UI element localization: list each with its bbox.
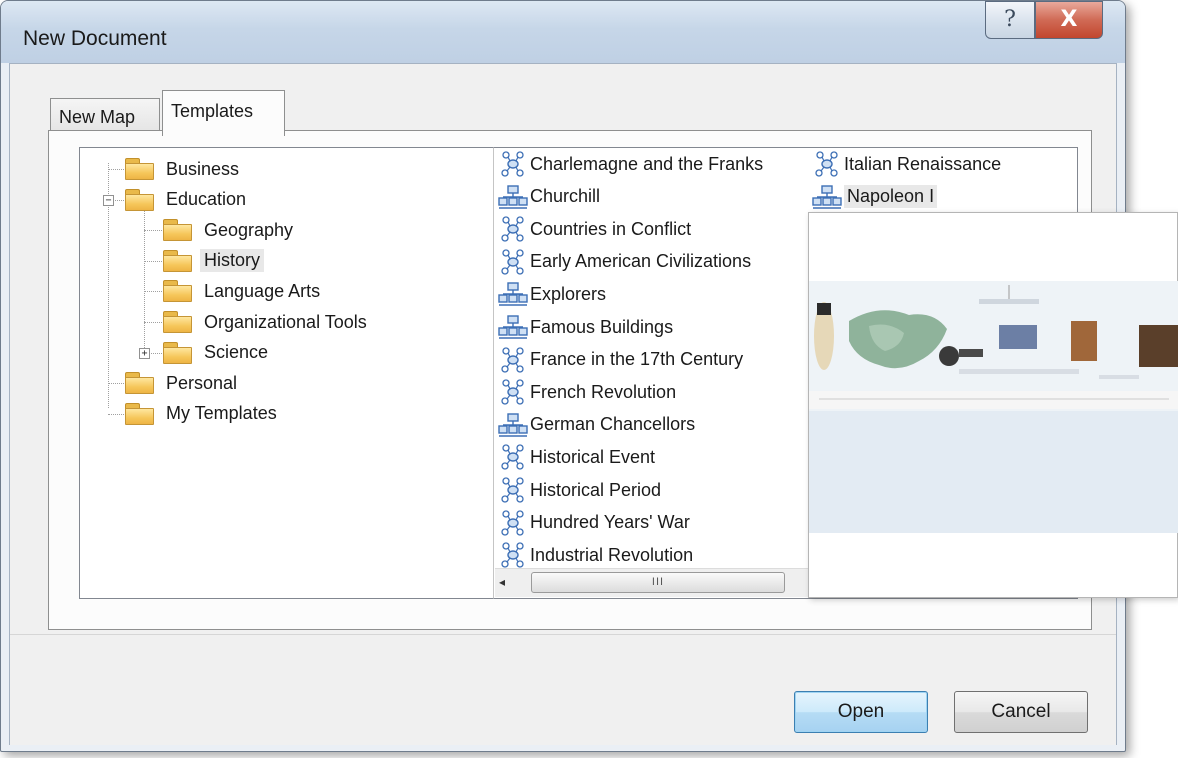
scroll-left-arrow-icon[interactable]: ◂ xyxy=(499,575,505,589)
org-chart-icon xyxy=(498,315,528,339)
template-item-german-chancellors[interactable]: German Chancellors xyxy=(498,409,695,441)
template-item-label: Industrial Revolution xyxy=(530,544,694,565)
template-item-explorers[interactable]: Explorers xyxy=(498,278,606,310)
tree-item-science[interactable]: Science xyxy=(162,338,272,368)
template-item-napoleon-i[interactable]: Napoleon I xyxy=(812,181,938,213)
template-item-label: Napoleon I xyxy=(844,185,938,209)
horizontal-scrollbar[interactable]: ◂ III xyxy=(495,568,820,597)
folder-icon xyxy=(124,188,156,212)
collapse-icon[interactable]: − xyxy=(103,194,114,206)
window-title: New Document xyxy=(23,27,167,50)
template-item-hundred-years-war[interactable]: Hundred Years' War xyxy=(498,507,690,539)
open-button[interactable]: Open xyxy=(794,691,928,733)
folder-icon xyxy=(162,310,194,334)
tree-item-label: My Templates xyxy=(166,403,277,424)
template-item-label: Historical Event xyxy=(530,446,656,467)
template-preview-popup xyxy=(808,212,1178,598)
tree-item-organizational-tools[interactable]: Organizational Tools xyxy=(162,307,371,337)
folder-icon xyxy=(124,402,156,426)
template-item-label: France in the 17th Century xyxy=(530,349,744,370)
template-item-label: Early American Civilizations xyxy=(530,251,752,272)
template-item-historical-event[interactable]: Historical Event xyxy=(498,441,655,473)
tree-item-label: Business xyxy=(166,158,240,179)
tree-item-language-arts[interactable]: Language Arts xyxy=(162,276,324,306)
help-icon: ? xyxy=(1004,7,1016,32)
tree-item-label: History xyxy=(200,249,265,273)
tab-templates[interactable]: Templates xyxy=(162,90,285,136)
tree-item-personal[interactable]: Personal xyxy=(124,368,241,398)
folder-icon xyxy=(162,341,194,365)
template-item-churchill[interactable]: Churchill xyxy=(498,181,600,213)
tree-item-label: Geography xyxy=(204,219,294,240)
template-item-label: Charlemagne and the Franks xyxy=(530,153,764,174)
template-item-french-revolution[interactable]: French Revolution xyxy=(498,376,676,408)
tree-item-education[interactable]: Education xyxy=(124,185,250,215)
folder-icon xyxy=(162,218,194,242)
mind-map-icon xyxy=(501,346,524,373)
org-chart-icon xyxy=(498,184,528,209)
template-item-historical-period[interactable]: Historical Period xyxy=(498,474,661,506)
template-item-industrial-revolution[interactable]: Industrial Revolution xyxy=(498,539,693,571)
category-tree[interactable]: Business − Education Geography History Langua… xyxy=(79,147,493,599)
template-item-italian-renaissance[interactable]: Italian Renaissance xyxy=(812,148,1001,180)
mind-map-icon xyxy=(501,444,524,471)
template-item-label: Churchill xyxy=(530,186,601,207)
mind-map-icon xyxy=(501,249,524,275)
template-item-label: Hundred Years' War xyxy=(530,512,690,533)
close-button[interactable]: X xyxy=(1035,1,1103,39)
mind-map-icon xyxy=(501,542,524,568)
tree-item-history[interactable]: History xyxy=(162,246,265,276)
folder-icon xyxy=(162,249,194,273)
button-bar: Open Cancel xyxy=(10,634,1116,745)
template-item-charlemagne-and-the-franks[interactable]: Charlemagne and the Franks xyxy=(498,148,763,180)
template-item-label: Historical Period xyxy=(530,479,662,500)
expand-icon[interactable]: + xyxy=(139,347,150,359)
template-item-label: German Chancellors xyxy=(530,414,696,435)
preview-thumbnail xyxy=(809,281,1178,533)
template-item-france-in-the-17th-century[interactable]: France in the 17th Century xyxy=(498,344,743,376)
mind-map-icon xyxy=(501,509,524,536)
tree-item-label: Personal xyxy=(166,372,238,393)
scrollbar-thumb[interactable]: III xyxy=(531,572,785,593)
template-item-label: Famous Buildings xyxy=(530,316,674,337)
folder-icon xyxy=(124,371,156,395)
close-icon: X xyxy=(1060,7,1078,32)
mind-map-icon xyxy=(501,477,524,503)
mind-map-icon xyxy=(501,216,524,242)
template-item-label: Explorers xyxy=(530,283,607,304)
template-item-label: Italian Renaissance xyxy=(844,153,1002,174)
mind-map-icon xyxy=(501,379,524,405)
tree-item-label: Science xyxy=(204,342,269,363)
tree-item-label: Education xyxy=(166,189,247,210)
org-chart-icon xyxy=(498,413,528,437)
org-chart-icon xyxy=(812,184,842,209)
folder-icon xyxy=(124,157,156,181)
napoleon-map-thumbnail-image xyxy=(809,281,1178,411)
mind-map-icon xyxy=(501,151,524,177)
template-item-countries-in-conflict[interactable]: Countries in Conflict xyxy=(498,213,691,245)
template-item-label: French Revolution xyxy=(530,381,677,402)
help-button[interactable]: ? xyxy=(985,1,1035,39)
title-bar[interactable]: New Document ? X xyxy=(1,1,1125,63)
tree-item-my-templates[interactable]: My Templates xyxy=(124,399,281,429)
tree-item-label: Organizational Tools xyxy=(204,311,367,332)
org-chart-icon xyxy=(498,282,528,307)
template-item-label: Countries in Conflict xyxy=(530,218,692,239)
template-item-famous-buildings[interactable]: Famous Buildings xyxy=(498,311,673,343)
tree-item-business[interactable]: Business xyxy=(124,154,243,184)
tree-item-label: Language Arts xyxy=(204,280,321,301)
tree-item-geography[interactable]: Geography xyxy=(162,215,297,245)
mind-map-icon xyxy=(815,151,838,177)
template-item-early-american-civilizations[interactable]: Early American Civilizations xyxy=(498,246,751,278)
folder-icon xyxy=(162,279,194,303)
cancel-button[interactable]: Cancel xyxy=(954,691,1088,733)
